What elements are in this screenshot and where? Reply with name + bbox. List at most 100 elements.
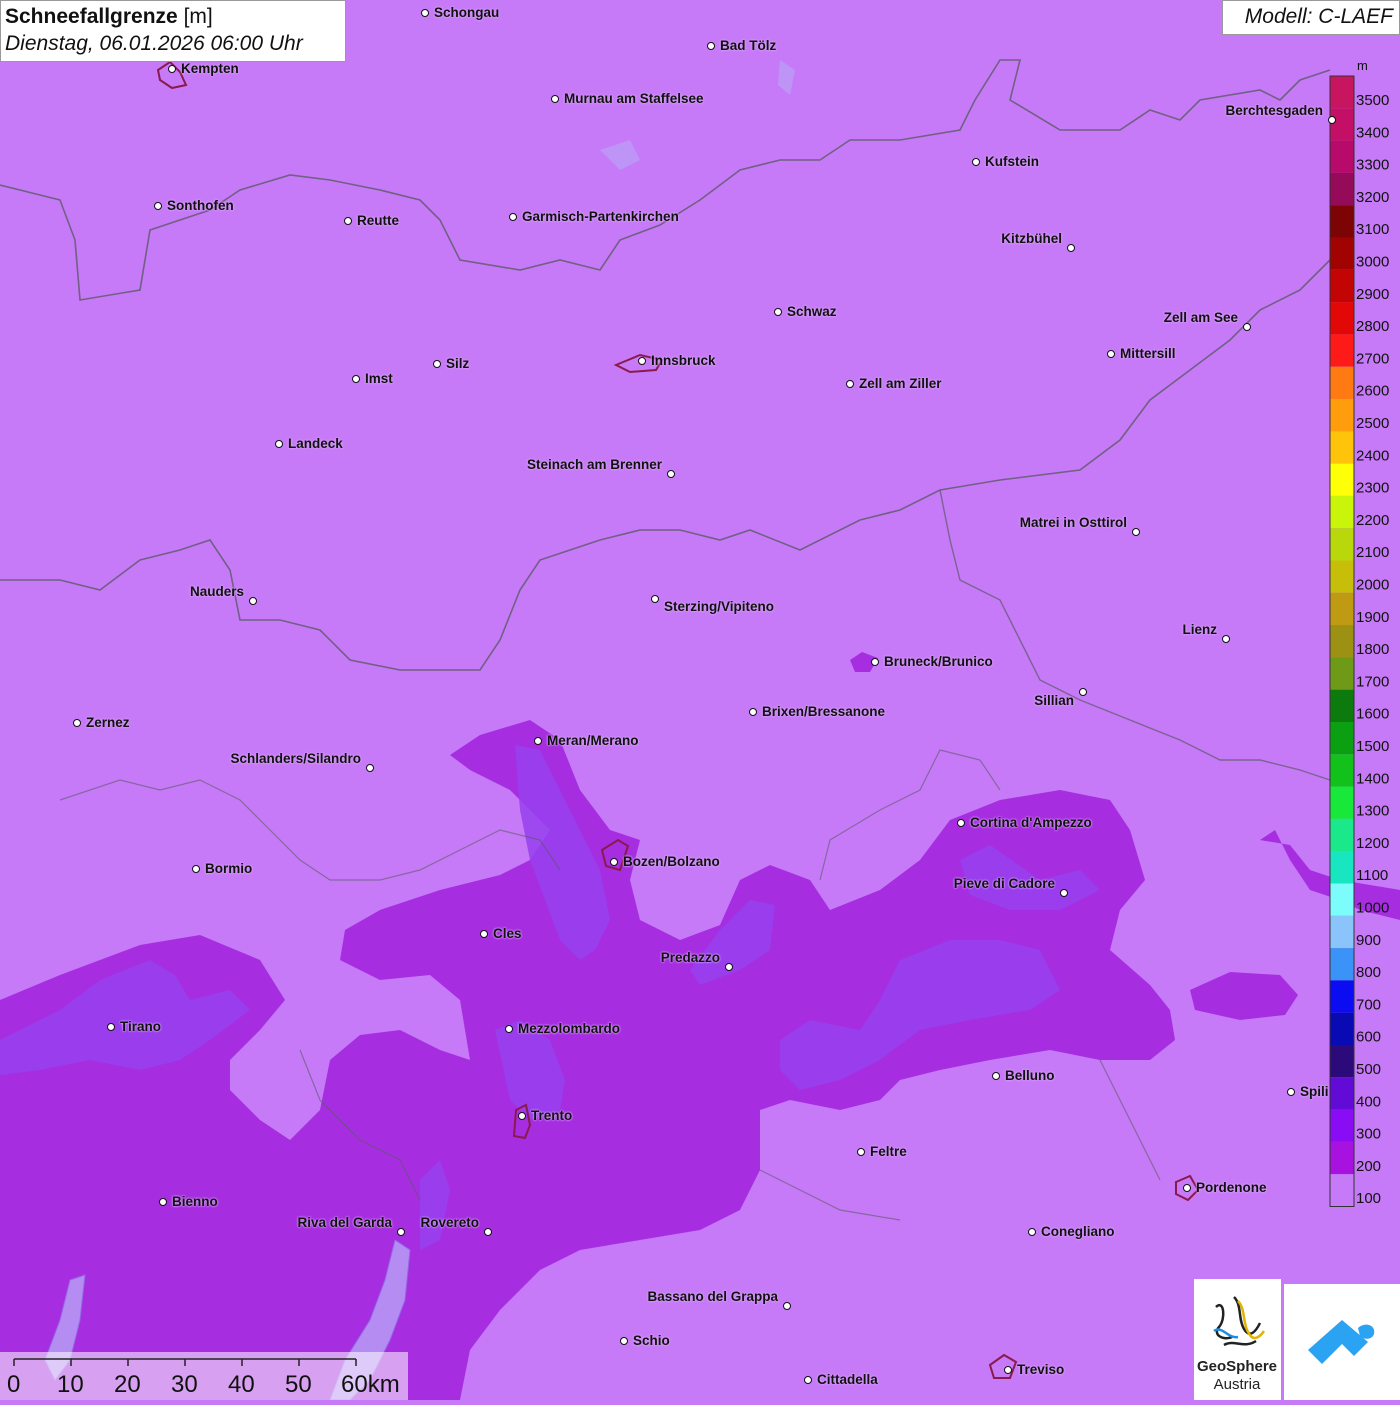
city-marker[interactable] (352, 375, 360, 383)
city-marker[interactable] (871, 658, 879, 666)
city-label: Zell am Ziller (859, 376, 942, 391)
city-marker[interactable] (1132, 528, 1140, 536)
city-marker[interactable] (366, 764, 374, 772)
city-label: Kufstein (985, 154, 1039, 169)
city-marker[interactable] (1222, 635, 1230, 643)
legend-label: 800 (1356, 964, 1381, 981)
legend-label: 100 (1356, 1190, 1381, 1207)
city-marker[interactable] (480, 930, 488, 938)
legend-label: 2700 (1356, 350, 1389, 367)
city-label: Reutte (357, 213, 400, 228)
legend-swatch (1330, 172, 1354, 206)
city-marker[interactable] (1243, 323, 1251, 331)
legend-swatch (1330, 366, 1354, 399)
map-title-main: Schneefallgrenze (5, 5, 178, 28)
city-marker[interactable] (783, 1302, 791, 1310)
city-label: Bad Tölz (720, 38, 777, 53)
city-marker[interactable] (509, 213, 517, 221)
city-label: Mittersill (1120, 346, 1176, 361)
legend-label: 1000 (1356, 900, 1389, 917)
city-marker[interactable] (846, 380, 854, 388)
city-marker[interactable] (957, 819, 965, 827)
legend-label: 3300 (1356, 157, 1389, 174)
legend-swatch (1330, 495, 1354, 529)
city-marker[interactable] (168, 65, 176, 73)
geosphere-logo-icon: GeoSphere Austria (1197, 1296, 1277, 1393)
city-marker[interactable] (433, 360, 441, 368)
city-label: Brixen/Bressanone (762, 704, 886, 719)
city-marker[interactable] (518, 1112, 526, 1120)
city-marker[interactable] (804, 1376, 812, 1384)
city-marker[interactable] (610, 858, 618, 866)
city-marker[interactable] (1107, 350, 1115, 358)
city-label: Trento (531, 1108, 573, 1123)
legend-swatch (1330, 625, 1354, 658)
legend-swatch (1330, 108, 1354, 141)
city-marker[interactable] (1328, 116, 1336, 124)
legend-swatch (1330, 883, 1354, 916)
legend-label: 2400 (1356, 447, 1389, 464)
city-marker[interactable] (1287, 1088, 1295, 1096)
city-label: Riva del Garda (297, 1215, 392, 1230)
legend-swatch (1330, 1077, 1354, 1110)
legend-swatch (1330, 818, 1354, 852)
city-label: Treviso (1017, 1362, 1065, 1377)
legend-swatch (1330, 754, 1354, 787)
city-marker[interactable] (397, 1228, 405, 1236)
model-label: Modell: C-LAEF (1222, 0, 1400, 35)
city-marker[interactable] (707, 42, 715, 50)
city-label: Belluno (1005, 1068, 1055, 1083)
city-marker[interactable] (620, 1337, 628, 1345)
city-marker[interactable] (774, 308, 782, 316)
legend-swatch (1330, 786, 1354, 819)
city-label: Schio (633, 1333, 670, 1348)
legend-label: 2900 (1356, 286, 1389, 303)
legend-label: 200 (1356, 1158, 1381, 1175)
legend-label: 2600 (1356, 383, 1389, 400)
city-label: Bormio (205, 861, 253, 876)
city-marker[interactable] (1183, 1184, 1191, 1192)
city-marker[interactable] (192, 865, 200, 873)
city-marker[interactable] (344, 217, 352, 225)
city-marker[interactable] (1004, 1366, 1012, 1374)
city-marker[interactable] (505, 1025, 513, 1033)
city-marker[interactable] (638, 357, 646, 365)
city-marker[interactable] (73, 719, 81, 727)
city-label: Spili (1300, 1084, 1329, 1099)
city-marker[interactable] (275, 440, 283, 448)
city-marker[interactable] (667, 470, 675, 478)
city-marker[interactable] (1067, 244, 1075, 252)
geosphere-logo[interactable]: GeoSphere Austria (1194, 1279, 1281, 1400)
city-marker[interactable] (651, 595, 659, 603)
legend-swatch (1330, 237, 1354, 270)
city-marker[interactable] (972, 158, 980, 166)
scale-bar-graphic: 0 10 20 30 40 50 60km (7, 1358, 400, 1398)
city-marker[interactable] (154, 202, 162, 210)
city-marker[interactable] (725, 963, 733, 971)
city-marker[interactable] (107, 1023, 115, 1031)
city-marker[interactable] (749, 708, 757, 716)
legend-label: 300 (1356, 1126, 1381, 1143)
city-marker[interactable] (551, 95, 559, 103)
city-marker[interactable] (421, 9, 429, 17)
scale-label: 0 (7, 1371, 20, 1398)
city-marker[interactable] (159, 1198, 167, 1206)
city-label: Meran/Merano (547, 733, 639, 748)
city-label: Pieve di Cadore (953, 876, 1055, 891)
legend-label: 2500 (1356, 415, 1389, 432)
city-marker[interactable] (992, 1072, 1000, 1080)
city-marker[interactable] (534, 737, 542, 745)
city-marker[interactable] (1028, 1228, 1036, 1236)
city-marker[interactable] (857, 1148, 865, 1156)
legend-swatch (1330, 722, 1354, 755)
map-datetime: Dienstag, 06.01.2026 06:00 Uhr (5, 32, 303, 55)
legend-swatch (1330, 980, 1354, 1013)
city-marker[interactable] (484, 1228, 492, 1236)
city-marker[interactable] (1060, 889, 1068, 897)
legend-label: 1900 (1356, 609, 1389, 626)
legend-label: 400 (1356, 1093, 1381, 1110)
app-logo[interactable] (1284, 1284, 1400, 1400)
city-marker[interactable] (1079, 688, 1087, 696)
city-marker[interactable] (249, 597, 257, 605)
legend-swatch (1330, 205, 1354, 238)
